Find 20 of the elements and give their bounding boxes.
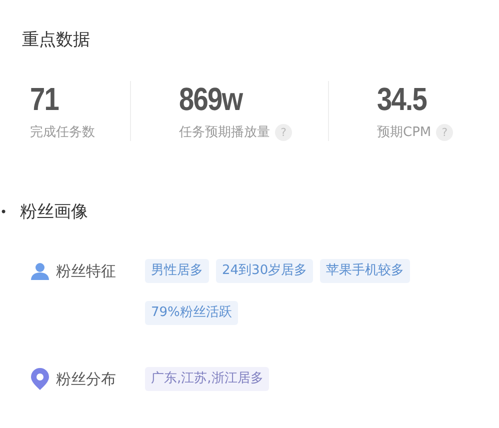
stat-value: 869w (179, 81, 242, 117)
location-pin-icon (31, 368, 49, 390)
tag: 24到30岁居多 (216, 259, 314, 283)
tag: 79%粉丝活跃 (145, 301, 238, 325)
tag: 苹果手机较多 (320, 259, 410, 283)
stat-value: 34.5 (377, 81, 427, 117)
stat-label: 任务预期播放量 (179, 124, 270, 141)
section-title: 粉丝画像 (20, 201, 88, 223)
person-icon (31, 262, 49, 280)
help-icon[interactable]: ? (436, 124, 454, 140)
tag: 广东,江苏,浙江居多 (145, 367, 270, 391)
help-icon[interactable]: ? (275, 124, 292, 140)
row-label: 粉丝分布 (56, 369, 117, 390)
tag: 男性居多 (145, 259, 209, 283)
row-label: 粉丝特征 (56, 261, 117, 282)
stat-label: 预期CPM (377, 124, 432, 141)
section-title: 重点数据 (22, 29, 90, 51)
stat-label: 完成任务数 (30, 124, 95, 141)
bullet: • (0, 204, 8, 218)
stat-value: 71 (30, 81, 59, 117)
